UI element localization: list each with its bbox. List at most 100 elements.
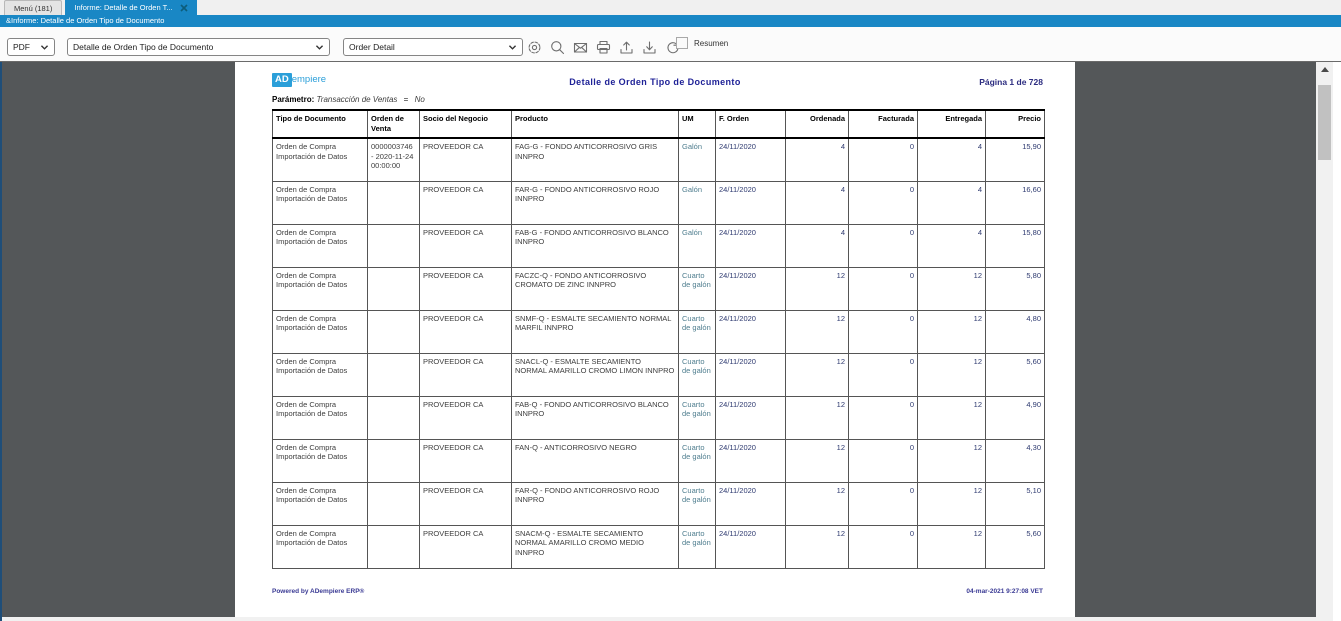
- table-row[interactable]: Orden de Compra Importación de Datos PRO…: [273, 439, 1045, 482]
- summary-label: Resumen: [694, 39, 728, 48]
- report-select-value: Detalle de Orden Tipo de Documento: [73, 42, 213, 52]
- horizontal-scrollbar[interactable]: [2, 617, 1333, 621]
- tab-menu[interactable]: Menú (181): [4, 0, 62, 15]
- download-icon[interactable]: [642, 40, 657, 55]
- cell-socio-negocio: PROVEEDOR CA: [420, 396, 512, 439]
- tab-bar: Menú (181) Informe: Detalle de Orden T..…: [0, 0, 1341, 15]
- table-row[interactable]: Orden de Compra Importación de Datos PRO…: [273, 310, 1045, 353]
- cell-entregada: 4: [918, 181, 986, 224]
- cell-ordenada: 12: [786, 267, 849, 310]
- view-select-value: Order Detail: [349, 42, 395, 52]
- cell-f-orden: 24/11/2020: [716, 267, 786, 310]
- cell-facturada: 0: [849, 525, 918, 568]
- cell-tipo-documento: Orden de Compra Importación de Datos: [273, 439, 368, 482]
- scroll-up-button[interactable]: [1316, 62, 1333, 77]
- cell-f-orden: 24/11/2020: [716, 353, 786, 396]
- close-icon[interactable]: [180, 4, 188, 12]
- cell-um: Cuarto de galón: [679, 439, 716, 482]
- cell-facturada: 0: [849, 482, 918, 525]
- cell-facturada: 0: [849, 267, 918, 310]
- cell-ordenada: 4: [786, 181, 849, 224]
- cell-ordenada: 12: [786, 353, 849, 396]
- window-title-bar: &Informe: Detalle de Orden Tipo de Docum…: [0, 15, 1341, 27]
- cell-socio-negocio: PROVEEDOR CA: [420, 224, 512, 267]
- cell-entregada: 12: [918, 267, 986, 310]
- cell-entregada: 4: [918, 224, 986, 267]
- report-table: Tipo de Documento Orden de Venta Socio d…: [272, 109, 1045, 569]
- export-icon[interactable]: [619, 40, 634, 55]
- cell-facturada: 0: [849, 310, 918, 353]
- scrollbar-thumb[interactable]: [1318, 85, 1331, 160]
- cell-precio: 15,80: [986, 224, 1045, 267]
- report-timestamp: 04-mar-2021 9:27:08 VET: [966, 588, 1043, 595]
- cell-precio: 5,80: [986, 267, 1045, 310]
- cell-orden-venta: [368, 353, 420, 396]
- cell-producto: SNACM-Q - ESMALTE SECAMIENTO NORMAL AMAR…: [512, 525, 679, 568]
- report-select[interactable]: Detalle de Orden Tipo de Documento: [67, 38, 330, 56]
- parameter-value: No: [415, 95, 425, 104]
- cell-ordenada: 12: [786, 482, 849, 525]
- cell-producto: FACZC-Q - FONDO ANTICORROSIVO CROMATO DE…: [512, 267, 679, 310]
- tab-report[interactable]: Informe: Detalle de Orden T...: [65, 0, 196, 15]
- settings-icon[interactable]: [527, 40, 542, 55]
- cell-orden-venta: [368, 439, 420, 482]
- table-row[interactable]: Orden de Compra Importación de Datos PRO…: [273, 525, 1045, 568]
- cell-facturada: 0: [849, 138, 918, 181]
- cell-ordenada: 12: [786, 396, 849, 439]
- view-select[interactable]: Order Detail: [343, 38, 523, 56]
- format-select[interactable]: PDF: [7, 38, 55, 56]
- cell-facturada: 0: [849, 224, 918, 267]
- cell-entregada: 12: [918, 310, 986, 353]
- cell-um: Galón: [679, 181, 716, 224]
- cell-entregada: 12: [918, 482, 986, 525]
- cell-producto: FAR-G - FONDO ANTICORROSIVO ROJO INNPRO: [512, 181, 679, 224]
- cell-f-orden: 24/11/2020: [716, 138, 786, 181]
- cell-producto: FAN-Q - ANTICORROSIVO NEGRO: [512, 439, 679, 482]
- cell-f-orden: 24/11/2020: [716, 310, 786, 353]
- table-row[interactable]: Orden de Compra Importación de Datos PRO…: [273, 396, 1045, 439]
- cell-entregada: 4: [918, 138, 986, 181]
- format-select-value: PDF: [13, 42, 30, 52]
- cell-entregada: 12: [918, 353, 986, 396]
- cell-orden-venta: [368, 482, 420, 525]
- page-indicator: Página 1 de 728: [979, 77, 1043, 87]
- table-row[interactable]: Orden de Compra Importación de Datos PRO…: [273, 267, 1045, 310]
- chevron-down-icon: [40, 44, 49, 51]
- table-row[interactable]: Orden de Compra Importación de Datos PRO…: [273, 353, 1045, 396]
- table-row[interactable]: Orden de Compra Importación de Datos PRO…: [273, 224, 1045, 267]
- cell-ordenada: 12: [786, 439, 849, 482]
- cell-f-orden: 24/11/2020: [716, 439, 786, 482]
- cell-producto: FAG-G - FONDO ANTICORROSIVO GRIS INNPRO: [512, 138, 679, 181]
- cell-socio-negocio: PROVEEDOR CA: [420, 181, 512, 224]
- print-icon[interactable]: [596, 40, 611, 55]
- cell-precio: 4,80: [986, 310, 1045, 353]
- summary-checkbox[interactable]: [676, 37, 688, 49]
- cell-socio-negocio: PROVEEDOR CA: [420, 482, 512, 525]
- table-row[interactable]: Orden de Compra Importación de Datos PRO…: [273, 482, 1045, 525]
- cell-orden-venta: [368, 224, 420, 267]
- cell-tipo-documento: Orden de Compra Importación de Datos: [273, 353, 368, 396]
- cell-socio-negocio: PROVEEDOR CA: [420, 310, 512, 353]
- cell-f-orden: 24/11/2020: [716, 525, 786, 568]
- table-row[interactable]: Orden de Compra Importación de Datos PRO…: [273, 181, 1045, 224]
- email-icon[interactable]: [573, 40, 588, 55]
- cell-tipo-documento: Orden de Compra Importación de Datos: [273, 310, 368, 353]
- cell-ordenada: 12: [786, 310, 849, 353]
- zoom-icon[interactable]: [550, 40, 565, 55]
- cell-tipo-documento: Orden de Compra Importación de Datos: [273, 267, 368, 310]
- cell-orden-venta: [368, 181, 420, 224]
- vertical-scrollbar[interactable]: [1316, 62, 1333, 617]
- chevron-down-icon: [508, 44, 517, 51]
- col-facturada: Facturada: [849, 110, 918, 138]
- cell-producto: SNMF-Q - ESMALTE SECAMIENTO NORMAL MARFI…: [512, 310, 679, 353]
- cell-producto: SNACL-Q - ESMALTE SECAMIENTO NORMAL AMAR…: [512, 353, 679, 396]
- cell-tipo-documento: Orden de Compra Importación de Datos: [273, 138, 368, 181]
- tab-report-label: Informe: Detalle de Orden T...: [74, 3, 172, 12]
- cell-facturada: 0: [849, 396, 918, 439]
- col-f-orden: F. Orden: [716, 110, 786, 138]
- cell-orden-venta: [368, 396, 420, 439]
- cell-precio: 4,30: [986, 439, 1045, 482]
- cell-precio: 5,60: [986, 353, 1045, 396]
- cell-um: Cuarto de galón: [679, 267, 716, 310]
- table-row[interactable]: Orden de Compra Importación de Datos 000…: [273, 138, 1045, 181]
